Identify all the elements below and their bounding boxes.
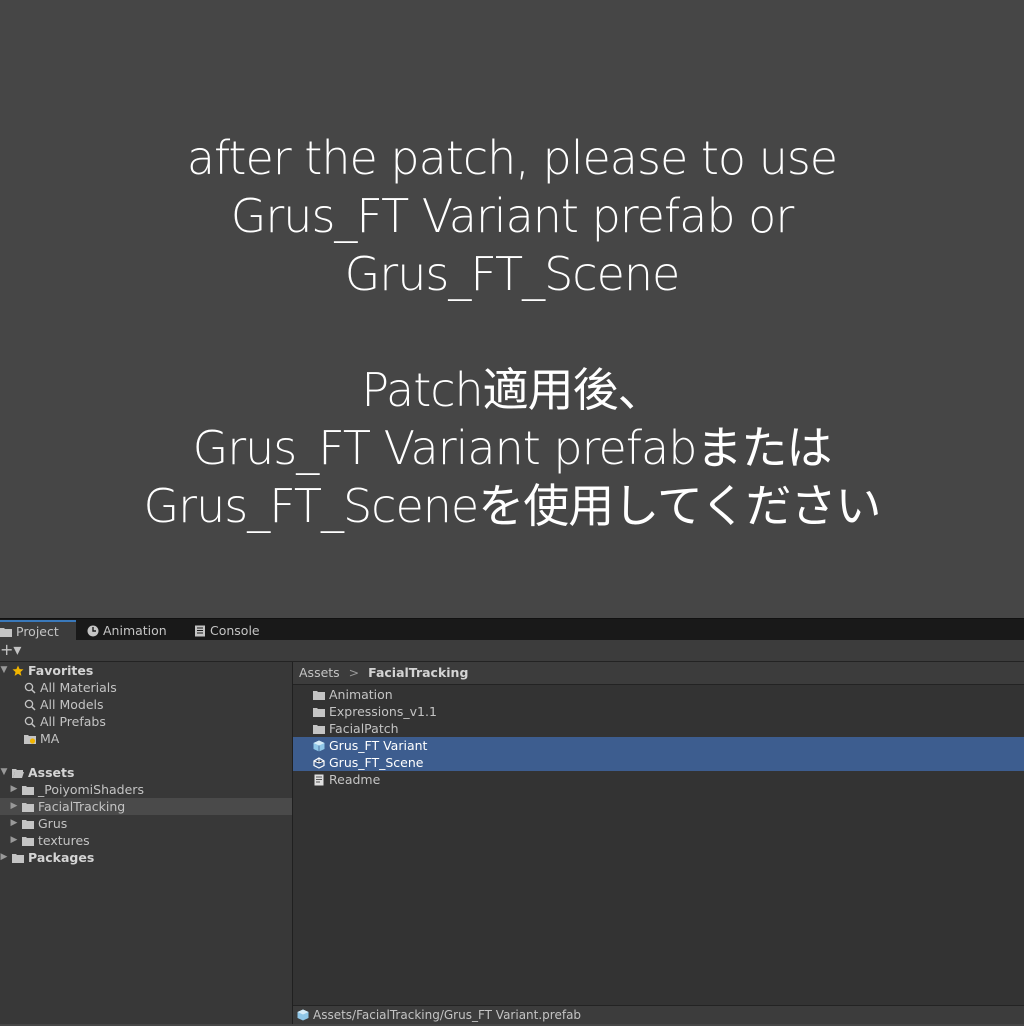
instruction-line-1: after the patch, please to use <box>186 131 838 185</box>
search-icon <box>24 716 36 728</box>
document-icon <box>314 774 324 785</box>
asset-item-animation[interactable]: Animation <box>313 686 393 703</box>
expand-arrow-icon[interactable]: ▶ <box>0 849 8 866</box>
asset-item-readme[interactable]: Readme <box>313 771 380 788</box>
open-folder-icon <box>12 768 24 778</box>
asset-label: Grus_FT Variant <box>329 738 428 753</box>
tree-label: All Prefabs <box>40 714 106 729</box>
folder-tree: ▼ Favorites All Materials All Models All… <box>0 662 293 1024</box>
tree-item-facialtracking[interactable]: ▶ FacialTracking <box>0 798 292 815</box>
tab-animation-label: Animation <box>103 623 167 638</box>
unity-scene-icon <box>313 756 325 769</box>
tree-label: Assets <box>28 765 75 780</box>
breadcrumb: Assets > FacialTracking <box>293 662 1024 685</box>
tree-label: textures <box>38 833 90 848</box>
folder-icon <box>0 628 12 637</box>
folder-icon <box>313 690 325 700</box>
breadcrumb-separator-icon: > <box>348 665 360 680</box>
prefab-variant-icon <box>297 1009 309 1021</box>
breadcrumb-current[interactable]: FacialTracking <box>368 665 468 680</box>
asset-list-pane: Assets > FacialTracking Animation Expres… <box>293 662 1024 1024</box>
instruction-line-2: Grus_FT Variant prefab or <box>230 189 795 243</box>
asset-item-grus-ft-scene[interactable]: Grus_FT_Scene <box>293 754 1024 771</box>
tree-item-all-prefabs[interactable]: All Prefabs <box>24 713 106 730</box>
asset-label: FacialPatch <box>329 721 399 736</box>
asset-item-facialpatch[interactable]: FacialPatch <box>313 720 399 737</box>
tree-packages[interactable]: ▶ Packages <box>0 849 95 866</box>
expand-arrow-icon[interactable]: ▶ <box>10 781 18 798</box>
asset-label: Animation <box>329 687 393 702</box>
tab-project-label: Project <box>16 624 59 639</box>
instruction-line-6: Grus_FT_Sceneを使用してください <box>143 479 882 533</box>
folder-icon <box>22 819 34 829</box>
instruction-line-4: Patch適用後、 <box>361 363 663 417</box>
expand-arrow-icon[interactable]: ▶ <box>10 815 18 832</box>
unity-project-window: Project Animation Console +▾ ▼ Favorites… <box>0 618 1024 1024</box>
instruction-line-5: Grus_FT Variant prefabまたは <box>192 421 833 475</box>
tree-assets[interactable]: ▼ Assets <box>0 764 75 781</box>
asset-label: Grus_FT_Scene <box>329 755 424 770</box>
tab-project[interactable]: Project <box>0 620 76 642</box>
tree-item-all-models[interactable]: All Models <box>24 696 104 713</box>
folder-icon <box>22 802 34 812</box>
create-dropdown-button[interactable]: +▾ <box>0 640 21 660</box>
instruction-overlay: after the patch, please to use Grus_FT V… <box>0 0 1024 618</box>
breadcrumb-root[interactable]: Assets <box>299 665 340 680</box>
tree-label: FacialTracking <box>38 799 126 814</box>
prefab-variant-icon <box>313 740 325 751</box>
tree-label: _PoiyomiShaders <box>38 782 144 797</box>
tree-label: MA <box>40 731 60 746</box>
tree-item-textures[interactable]: ▶ textures <box>10 832 90 849</box>
tree-item-poiyomishaders[interactable]: ▶ _PoiyomiShaders <box>10 781 144 798</box>
tree-label: All Materials <box>40 680 117 695</box>
tree-label: Grus <box>38 816 68 831</box>
expand-arrow-icon[interactable]: ▶ <box>10 798 18 815</box>
tab-console-label: Console <box>210 623 260 638</box>
asset-item-grus-ft-variant[interactable]: Grus_FT Variant <box>293 737 1024 754</box>
folder-icon <box>12 853 24 863</box>
tree-item-grus[interactable]: ▶ Grus <box>10 815 68 832</box>
folder-icon <box>22 785 34 795</box>
tree-label: Packages <box>28 850 95 865</box>
tree-item-ma[interactable]: MA <box>24 730 59 747</box>
asset-label: Expressions_v1.1 <box>329 704 437 719</box>
expand-arrow-icon[interactable]: ▼ <box>0 764 8 781</box>
tab-console[interactable]: Console <box>194 620 260 641</box>
tab-bar: Project Animation Console <box>0 618 1024 642</box>
favorite-folder-icon <box>24 734 36 744</box>
folder-icon <box>22 836 34 846</box>
folder-icon <box>313 707 325 717</box>
tree-item-all-materials[interactable]: All Materials <box>24 679 117 696</box>
asset-item-expressions[interactable]: Expressions_v1.1 <box>313 703 437 720</box>
selected-asset-path: Assets/FacialTracking/Grus_FT Variant.pr… <box>313 1008 582 1022</box>
console-icon <box>195 625 205 636</box>
project-toolbar: +▾ <box>0 640 1024 662</box>
expand-arrow-icon[interactable]: ▼ <box>0 662 8 679</box>
instruction-line-3: Grus_FT_Scene <box>344 247 681 301</box>
search-icon <box>24 699 36 711</box>
search-icon <box>24 682 36 694</box>
status-bar: Assets/FacialTracking/Grus_FT Variant.pr… <box>293 1005 1024 1024</box>
clock-icon <box>87 625 99 636</box>
tree-label: All Models <box>40 697 104 712</box>
tree-favorites[interactable]: ▼ Favorites <box>0 662 94 679</box>
expand-arrow-icon[interactable]: ▶ <box>10 832 18 849</box>
tab-animation[interactable]: Animation <box>87 620 167 641</box>
tree-label: Favorites <box>28 663 94 678</box>
folder-icon <box>313 724 325 734</box>
star-icon <box>12 665 24 676</box>
asset-label: Readme <box>329 772 381 787</box>
